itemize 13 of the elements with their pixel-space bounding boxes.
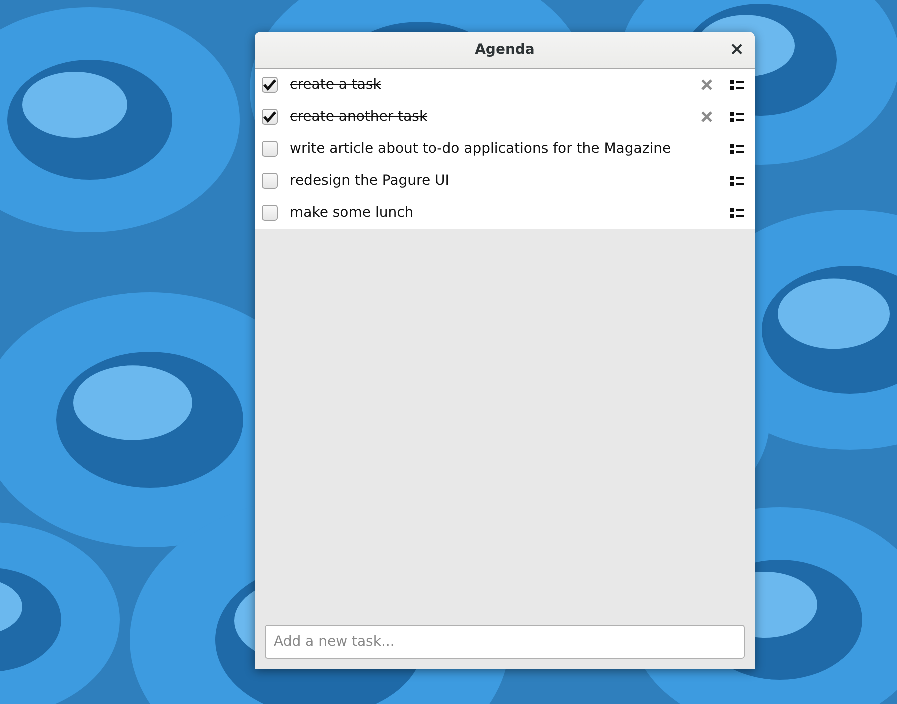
task-text: make some lunch [290, 205, 415, 221]
task-text: create a task [290, 77, 382, 93]
task-checkbox[interactable] [262, 205, 278, 221]
new-task-field[interactable]: Add a new task... [265, 625, 745, 659]
task-text: create another task [290, 109, 429, 125]
task-checkbox[interactable] [262, 77, 278, 93]
close-button[interactable]: × [727, 40, 747, 60]
task-checkbox[interactable] [262, 141, 278, 157]
task-checkbox[interactable] [262, 173, 278, 189]
task-checkbox[interactable] [262, 109, 278, 125]
task-text: redesign the Pagure UI [290, 173, 450, 189]
task-text: write article about to-do applications for the Magazine [290, 141, 672, 157]
window-title: Agenda [475, 42, 535, 58]
